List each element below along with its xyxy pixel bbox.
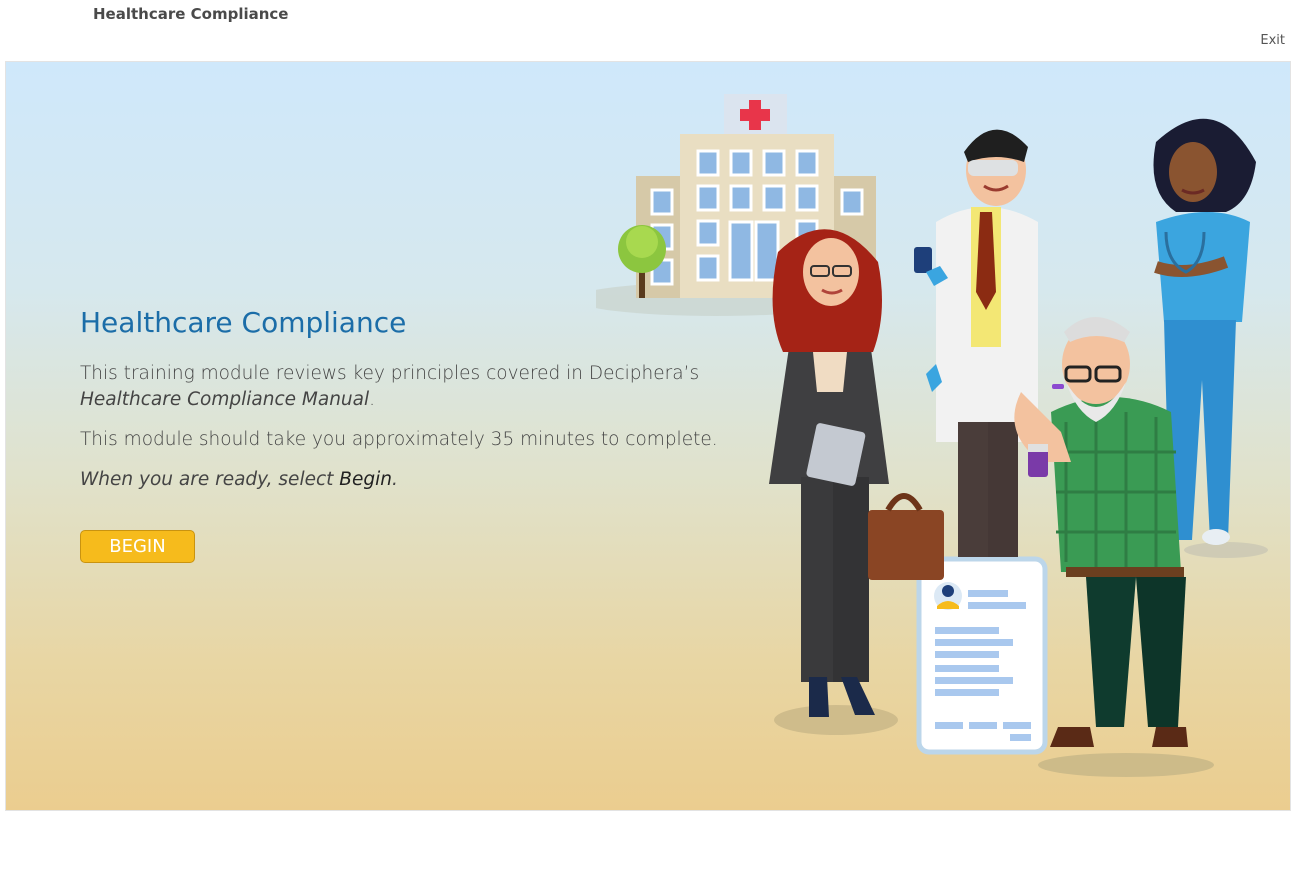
exit-link[interactable]: Exit <box>1260 33 1285 48</box>
slide-stage: Healthcare Compliance This training modu… <box>5 61 1291 811</box>
ready-emphasis: Begin <box>339 469 392 490</box>
ready-prefix: When you are ready, select <box>80 469 340 490</box>
begin-button[interactable]: BEGIN <box>80 530 195 563</box>
ready-suffix: . <box>391 469 398 490</box>
course-title: Healthcare Compliance <box>93 5 289 23</box>
patient-record-icon <box>916 556 1048 755</box>
doctor-icon <box>914 129 1038 557</box>
manual-title: Healthcare Compliance Manual <box>80 389 370 410</box>
healthcare-illustration <box>596 94 1268 777</box>
manual-suffix: . <box>369 389 376 410</box>
